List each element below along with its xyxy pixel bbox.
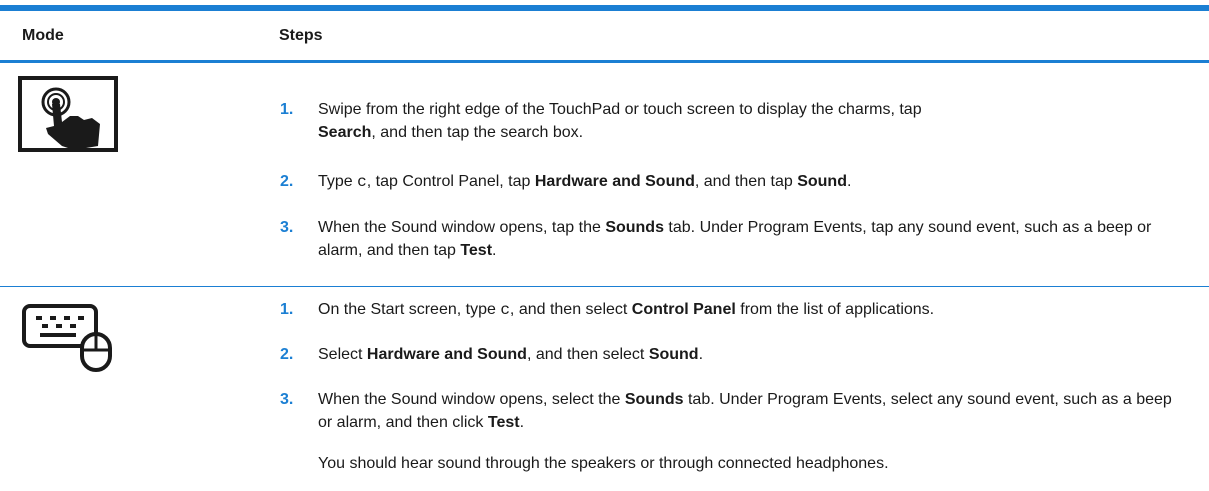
closing-note: You should hear sound through the speake… [318,455,889,472]
header-steps: Steps [279,27,323,44]
top-rule [0,5,1209,11]
header-mode: Mode [22,27,64,44]
section-divider [0,286,1209,287]
touch-gesture-icon [18,76,118,154]
header-rule [0,60,1209,63]
keyboard-mouse-icon [22,298,122,372]
